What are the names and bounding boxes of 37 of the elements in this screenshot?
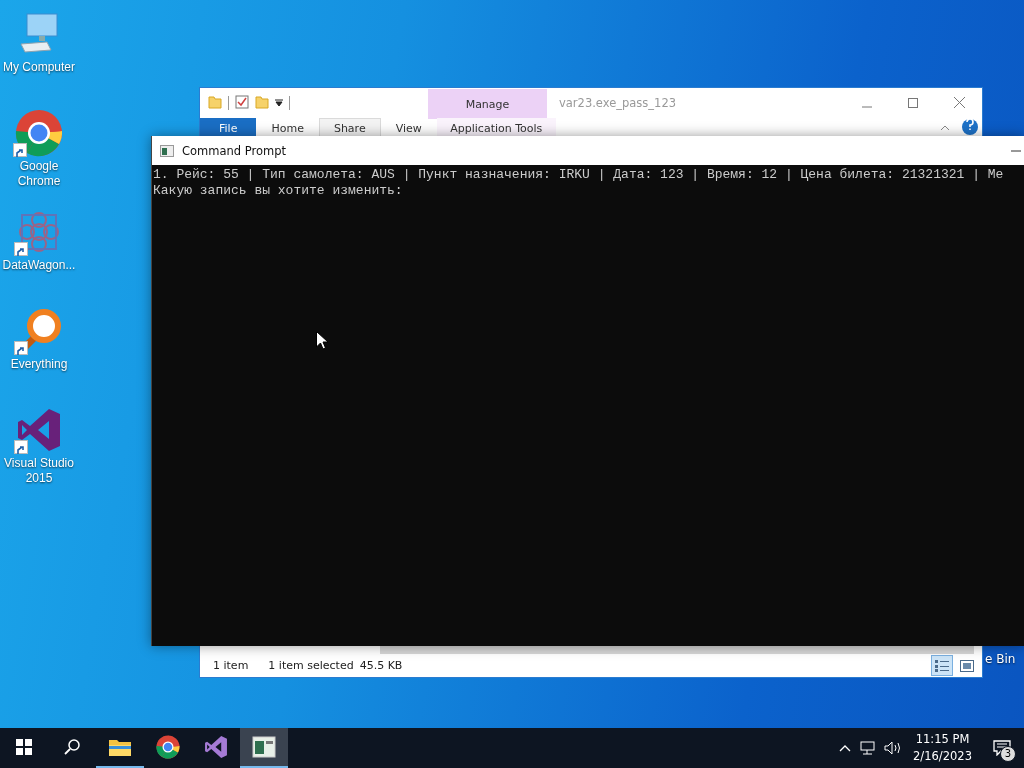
details-view-button[interactable]	[931, 655, 953, 676]
context-group-label: Manage	[428, 89, 547, 119]
infinity-logo-icon	[204, 735, 228, 759]
maximize-icon[interactable]	[908, 98, 918, 108]
search-icon	[64, 739, 80, 755]
item-count: 1 item	[213, 659, 249, 672]
ribbon-tab[interactable]: File	[200, 118, 257, 137]
taskbar-app-button[interactable]	[240, 728, 288, 768]
infinity-logo-icon	[16, 407, 62, 453]
console-output-line: Какую запись вы хотите изменить:	[153, 183, 404, 199]
computer-icon	[17, 12, 61, 56]
chrome-icon	[156, 735, 180, 759]
desktop-icon-label[interactable]: e Bin	[985, 652, 1016, 666]
ribbon-tab[interactable]: View	[380, 118, 437, 137]
mouse-cursor-icon	[316, 331, 328, 350]
console-window-icon	[252, 736, 276, 758]
console-output-line: 1. Рейс: 55 | Тип самолета: AUS | Пункт назначения: IRKU | Дата: 123 | Время: 12 | Цена билета: 21321321 | Ме	[153, 167, 1005, 183]
clock[interactable]: 11:15 PM 2/16/2023	[905, 728, 980, 768]
close-icon[interactable]	[953, 97, 965, 108]
window-title: Command Prompt	[182, 143, 288, 158]
image-preview-icon	[960, 659, 974, 672]
minimize-icon[interactable]	[1011, 149, 1021, 152]
chrome-icon	[15, 109, 63, 157]
message-icon	[993, 740, 1011, 756]
windows-logo-icon	[16, 739, 32, 755]
console-window-icon	[160, 144, 174, 157]
notification-button[interactable]: 3	[980, 728, 1024, 768]
help-icon[interactable]	[962, 119, 978, 135]
properties-icon[interactable]	[235, 94, 249, 112]
window-title: var23.exe_pass_123	[558, 96, 678, 110]
file-size: 45.5 KB	[359, 659, 403, 672]
notification-badge: 3	[1000, 746, 1016, 762]
folder-icon	[108, 737, 132, 757]
selection-status: 1 item selected	[268, 659, 354, 672]
details-list-icon	[935, 659, 949, 672]
ribbon-tab[interactable]: Home	[256, 118, 319, 137]
flower-pattern-icon	[16, 209, 62, 255]
